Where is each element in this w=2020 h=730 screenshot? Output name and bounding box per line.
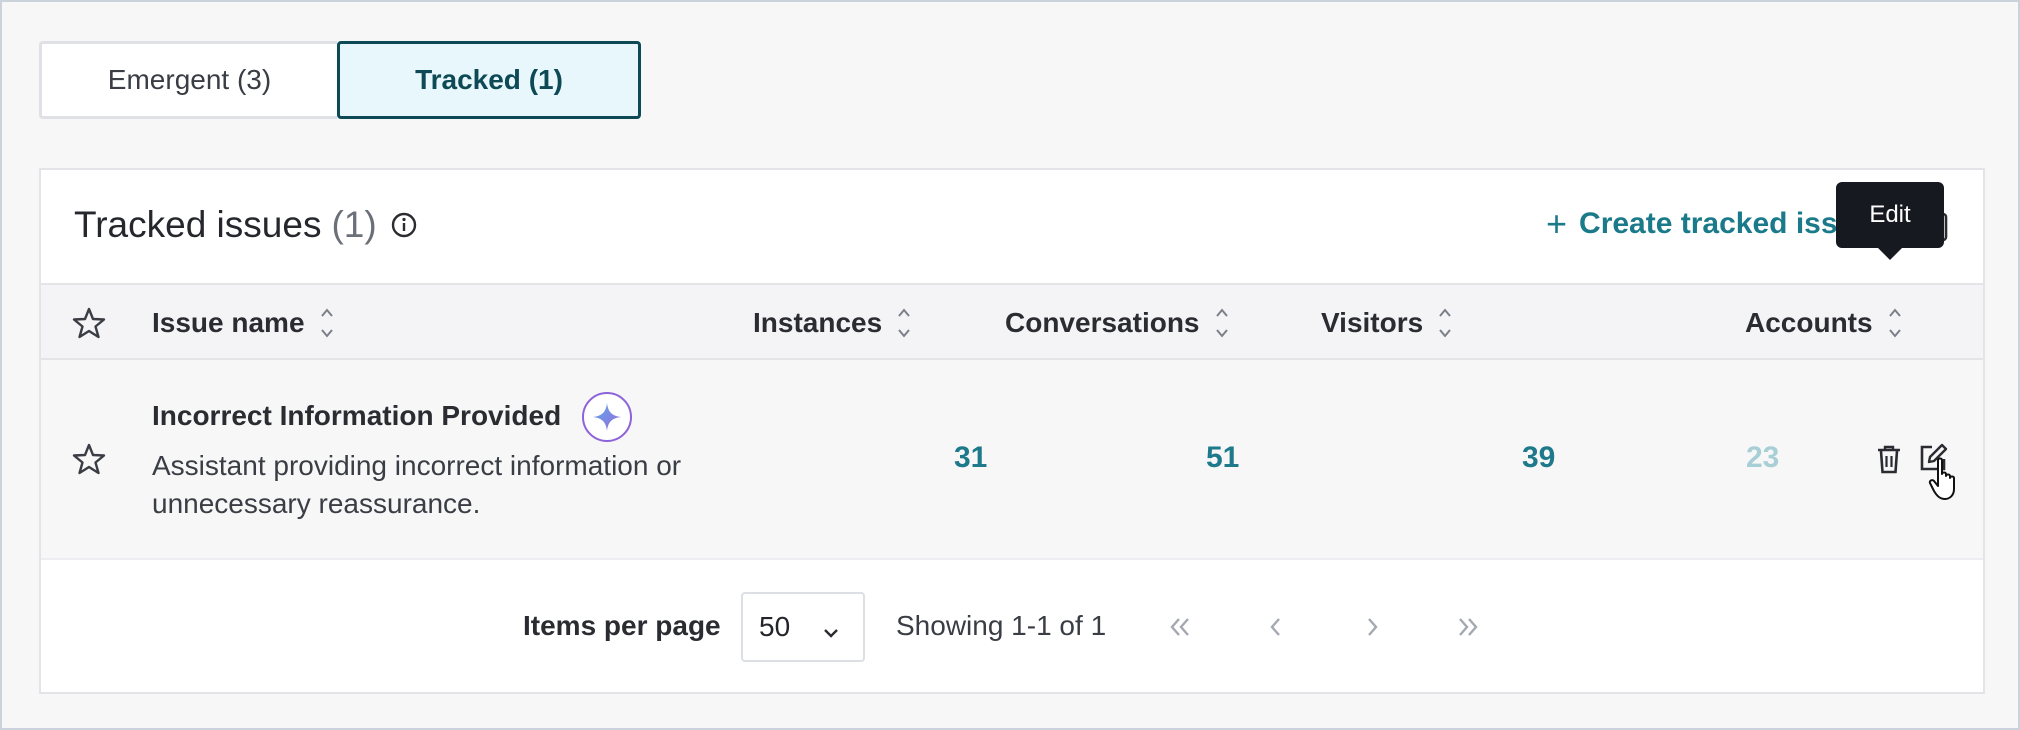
create-tracked-issue-label: Create tracked issue bbox=[1579, 207, 1873, 240]
table-header: Issue name Instances Conversations Visit… bbox=[41, 283, 1983, 360]
issue-description: Assistant providing incorrect informatio… bbox=[152, 450, 682, 519]
star-icon[interactable] bbox=[72, 442, 106, 476]
tab-bar: Emergent (3) Tracked (1) bbox=[39, 41, 641, 119]
sort-icon[interactable] bbox=[1214, 304, 1230, 342]
sort-icon[interactable] bbox=[896, 304, 912, 342]
plus-icon: + bbox=[1546, 203, 1568, 244]
issue-name[interactable]: Incorrect Information Provided bbox=[152, 400, 561, 432]
column-instances-label: Instances bbox=[753, 306, 883, 338]
title-count: (1) bbox=[331, 204, 377, 245]
chevron-down-icon bbox=[821, 618, 841, 638]
column-accounts[interactable]: Accounts bbox=[1745, 285, 1903, 360]
sort-icon[interactable] bbox=[1437, 304, 1453, 342]
card-header: Tracked issues (1) + Create tracked issu… bbox=[41, 170, 1983, 283]
page-title: Tracked issues (1) bbox=[74, 204, 419, 246]
title-text: Tracked issues bbox=[74, 204, 322, 245]
accounts-value[interactable]: 23 bbox=[1746, 441, 1779, 475]
last-page-icon[interactable] bbox=[1451, 610, 1485, 644]
instances-value[interactable]: 31 bbox=[954, 441, 987, 475]
items-per-page-label: Items per page bbox=[523, 610, 721, 641]
column-accounts-label: Accounts bbox=[1745, 306, 1873, 338]
showing-range: Showing 1-1 of 1 bbox=[896, 610, 1107, 641]
sort-icon[interactable] bbox=[319, 304, 335, 342]
create-tracked-issue-button[interactable]: + Create tracked issue bbox=[1546, 206, 1873, 242]
ai-sparkle-icon bbox=[582, 392, 632, 442]
table-row[interactable]: Incorrect Information Provided Assistant… bbox=[41, 360, 1983, 558]
edit-tooltip: Edit bbox=[1836, 182, 1944, 260]
column-conversations-label: Conversations bbox=[1005, 306, 1200, 338]
pagination: Items per page 50 Showing 1-1 of 1 bbox=[41, 558, 1983, 694]
column-instances[interactable]: Instances bbox=[753, 285, 912, 360]
pointer-cursor-icon bbox=[1928, 456, 1962, 502]
column-visitors-label: Visitors bbox=[1321, 306, 1424, 338]
column-issue-name[interactable]: Issue name bbox=[152, 285, 335, 360]
star-icon[interactable] bbox=[72, 306, 106, 340]
tracked-issues-card: Tracked issues (1) + Create tracked issu… bbox=[39, 168, 1985, 694]
first-page-icon[interactable] bbox=[1163, 610, 1197, 644]
row-fade bbox=[1781, 360, 1861, 558]
info-icon[interactable] bbox=[389, 210, 419, 240]
conversations-value[interactable]: 51 bbox=[1206, 441, 1239, 475]
column-visitors[interactable]: Visitors bbox=[1321, 285, 1453, 360]
tab-tracked[interactable]: Tracked (1) bbox=[337, 41, 641, 119]
tab-emergent[interactable]: Emergent (3) bbox=[39, 41, 337, 119]
items-per-page-select[interactable]: 50 bbox=[741, 592, 865, 662]
visitors-value[interactable]: 39 bbox=[1522, 441, 1555, 475]
next-page-icon[interactable] bbox=[1355, 610, 1389, 644]
sort-icon[interactable] bbox=[1887, 304, 1903, 342]
previous-page-icon[interactable] bbox=[1259, 610, 1293, 644]
column-issue-name-label: Issue name bbox=[152, 306, 305, 338]
items-per-page-value: 50 bbox=[759, 611, 791, 642]
trash-icon[interactable] bbox=[1874, 443, 1904, 475]
column-conversations[interactable]: Conversations bbox=[1005, 285, 1230, 360]
